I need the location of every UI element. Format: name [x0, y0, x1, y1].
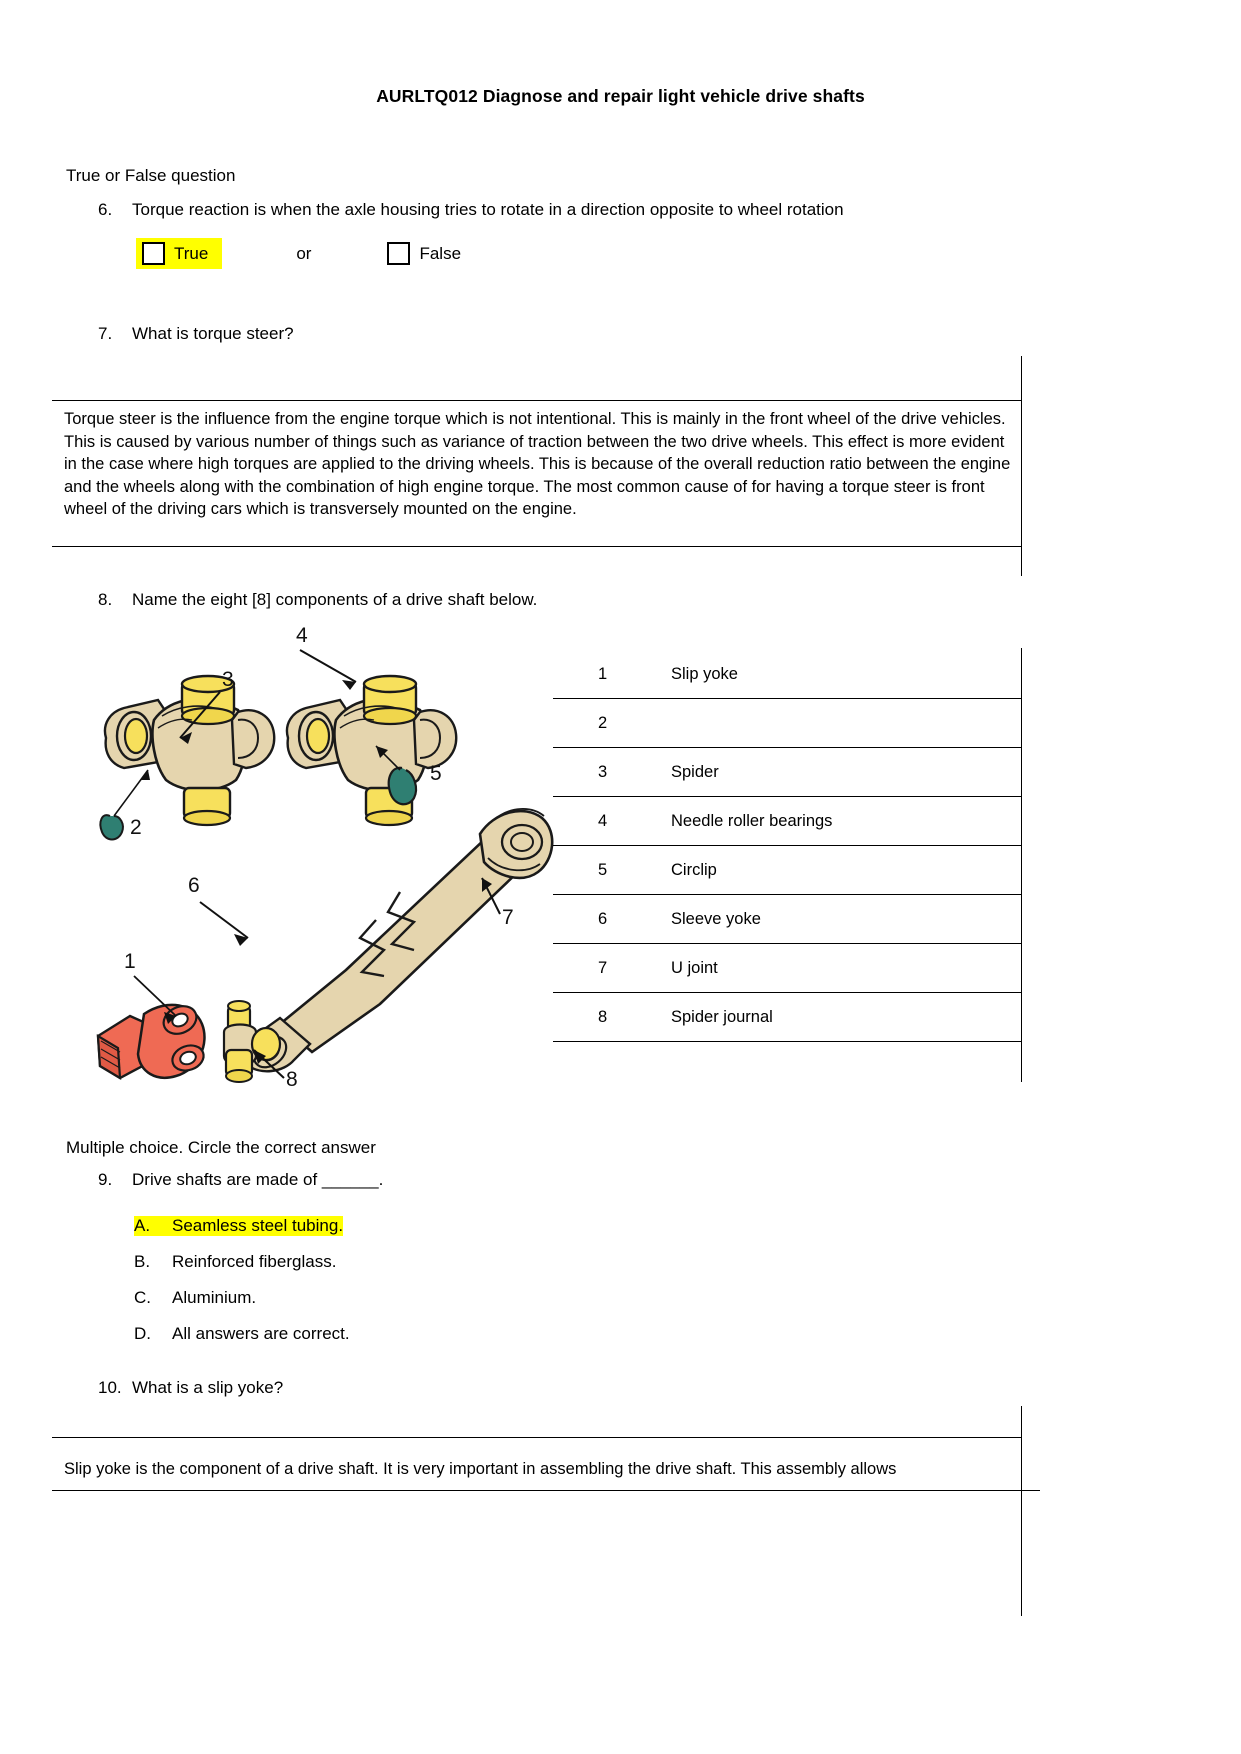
svg-text:8: 8 [286, 1068, 298, 1090]
question-6-options: True or False [136, 238, 461, 269]
option-true[interactable]: True [136, 238, 223, 269]
question-7-answer[interactable]: Torque steer is the influence from the e… [64, 408, 1016, 521]
option-a-label: Seamless steel tubing. [172, 1216, 344, 1235]
component-index: 5 [553, 845, 642, 895]
q7-answer-top-rule [52, 400, 1022, 401]
table-row[interactable]: 6 Sleeve yoke [553, 894, 1021, 944]
question-10-number: 10. [98, 1378, 122, 1397]
option-a[interactable]: A. Seamless steel tubing. [134, 1216, 344, 1236]
option-true-label: True [174, 243, 209, 263]
spacer-cell [642, 1041, 1021, 1086]
table-row[interactable]: 1 Slip yoke [553, 650, 1021, 699]
checkbox-true-icon[interactable] [142, 242, 165, 265]
components-table: 1 Slip yoke 2 3 Spider 4 Needle roller b… [553, 650, 1021, 1086]
option-c-letter: C. [134, 1288, 151, 1307]
q10-answer-top-rule [52, 1437, 1022, 1438]
drive-shaft-diagram: 3 2 4 5 6 7 1 8 [84, 620, 554, 1090]
question-8: 8. Name the eight [8] components of a dr… [98, 590, 998, 610]
svg-text:7: 7 [502, 906, 514, 929]
svg-text:6: 6 [188, 874, 200, 897]
table-row[interactable]: 3 Spider [553, 747, 1021, 797]
question-8-text: Name the eight [8] components of a drive… [132, 590, 538, 609]
svg-text:4: 4 [296, 624, 308, 647]
svg-text:3: 3 [222, 668, 234, 691]
component-name[interactable]: Circlip [642, 845, 1021, 895]
component-name[interactable]: Needle roller bearings [642, 796, 1021, 846]
question-6-number: 6. [98, 200, 113, 219]
option-c[interactable]: C. Aluminium. [134, 1288, 256, 1308]
question-7-text: What is torque steer? [132, 324, 294, 343]
option-b[interactable]: B. Reinforced fiberglass. [134, 1252, 336, 1272]
table-row[interactable]: 8 Spider journal [553, 992, 1021, 1042]
component-index: 7 [553, 943, 642, 993]
component-name[interactable]: Slip yoke [642, 650, 1021, 699]
option-a-letter: A. [134, 1216, 151, 1235]
option-b-letter: B. [134, 1252, 151, 1271]
spacer-cell [553, 1041, 642, 1086]
option-d-letter: D. [134, 1324, 151, 1343]
table-row[interactable]: 2 [553, 698, 1021, 748]
svg-text:2: 2 [130, 816, 142, 839]
document-page: AURLTQ012 Diagnose and repair light vehi… [0, 0, 1241, 1754]
component-index: 4 [553, 796, 642, 846]
option-false-label: False [419, 243, 462, 263]
component-index: 2 [553, 698, 642, 748]
question-9-text: Drive shafts are made of ______. [132, 1170, 384, 1189]
component-name[interactable]: Spider journal [642, 992, 1021, 1042]
table-row[interactable]: 4 Needle roller bearings [553, 796, 1021, 846]
question-10-answer[interactable]: Slip yoke is the component of a drive sh… [64, 1458, 1064, 1481]
component-name[interactable] [642, 698, 1021, 748]
option-c-label: Aluminium. [172, 1288, 257, 1307]
question-7-number: 7. [98, 324, 113, 343]
components-table-right-border [1021, 648, 1022, 1082]
option-d[interactable]: D. All answers are correct. [134, 1324, 350, 1344]
component-name[interactable]: U joint [642, 943, 1021, 993]
component-index: 1 [553, 650, 642, 699]
svg-text:1: 1 [124, 950, 136, 973]
question-9-number: 9. [98, 1170, 113, 1189]
question-6: 6. Torque reaction is when the axle hous… [98, 200, 998, 220]
q7-answer-right-border [1021, 356, 1022, 576]
page-title: AURLTQ012 Diagnose and repair light vehi… [376, 86, 865, 106]
component-index: 3 [553, 747, 642, 797]
component-index: 8 [553, 992, 642, 1042]
component-index: 6 [553, 894, 642, 944]
option-separator-or: or [296, 243, 312, 263]
question-9: 9. Drive shafts are made of ______. [98, 1170, 998, 1190]
question-10: 10. What is a slip yoke? [98, 1378, 998, 1398]
question-8-number: 8. [98, 590, 113, 609]
svg-text:5: 5 [430, 762, 442, 785]
component-name[interactable]: Sleeve yoke [642, 894, 1021, 944]
true-false-section-label: True or False question [66, 166, 236, 185]
table-row[interactable]: 5 Circlip [553, 845, 1021, 895]
checkbox-false-icon[interactable] [387, 242, 411, 265]
q7-answer-bottom-rule [52, 546, 1022, 547]
question-10-text: What is a slip yoke? [132, 1378, 284, 1397]
option-b-label: Reinforced fiberglass. [172, 1252, 337, 1271]
q10-answer-bottom-rule [52, 1490, 1040, 1491]
question-6-text: Torque reaction is when the axle housing… [132, 200, 844, 219]
option-false[interactable]: False [387, 242, 461, 265]
component-name[interactable]: Spider [642, 747, 1021, 797]
option-d-label: All answers are correct. [172, 1324, 350, 1343]
multiple-choice-section-label: Multiple choice. Circle the correct answ… [66, 1138, 376, 1157]
question-7: 7. What is torque steer? [98, 324, 998, 344]
table-row[interactable]: 7 U joint [553, 943, 1021, 993]
table-row-spacer [553, 1041, 1021, 1086]
